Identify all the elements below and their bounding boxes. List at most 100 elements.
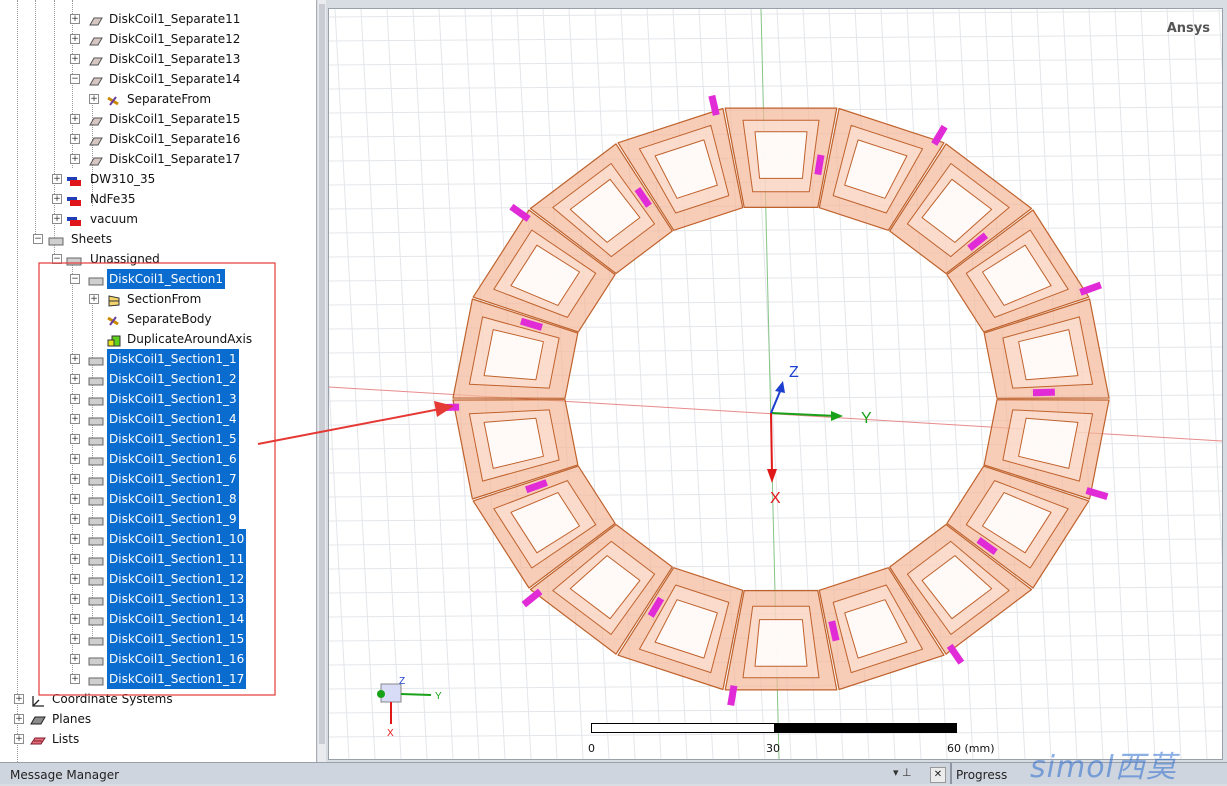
tree-item-label[interactable]: SeparateBody (125, 309, 214, 329)
expand-icon[interactable]: + (70, 574, 80, 584)
tree-item-label[interactable]: DiskCoil1_Section1_4 (107, 409, 239, 429)
expand-icon[interactable]: + (70, 634, 80, 644)
expand-icon[interactable]: + (70, 614, 80, 624)
tree-item-label[interactable]: SeparateFrom (125, 89, 213, 109)
tree-row[interactable]: − DiskCoil1_Separate14 (0, 69, 316, 89)
tree-row[interactable]: + vacuum (0, 209, 316, 229)
tree-item-label[interactable]: DiskCoil1_Section1_10 (107, 529, 247, 549)
expand-icon[interactable]: + (70, 34, 80, 44)
tree-item-label[interactable]: Sheets (69, 229, 114, 249)
expand-icon[interactable]: + (70, 114, 80, 124)
expand-icon[interactable]: + (70, 454, 80, 464)
tree-row[interactable]: + DiskCoil1_Separate13 (0, 49, 316, 69)
expand-icon[interactable]: + (70, 434, 80, 444)
tree-row[interactable]: + DiskCoil1_Section1_2 (0, 369, 316, 389)
expand-icon[interactable]: + (14, 734, 24, 744)
tree-item-label[interactable]: DuplicateAroundAxis (125, 329, 254, 349)
expand-icon[interactable]: + (70, 14, 80, 24)
tree-item-label[interactable]: DiskCoil1_Section1_8 (107, 489, 239, 509)
expand-icon[interactable]: + (70, 414, 80, 424)
expand-icon[interactable]: + (89, 294, 99, 304)
expand-icon[interactable]: + (52, 194, 62, 204)
expand-icon[interactable]: + (70, 394, 80, 404)
tree-row[interactable]: + DiskCoil1_Section1_16 (0, 649, 316, 669)
tree-item-label[interactable]: DiskCoil1_Section1_14 (107, 609, 247, 629)
tree-item-label[interactable]: DiskCoil1_Section1_5 (107, 429, 239, 449)
close-icon[interactable]: ✕ (930, 767, 946, 783)
tree-item-label[interactable]: DiskCoil1_Separate15 (107, 109, 242, 129)
tree-row[interactable]: + DiskCoil1_Section1_1 (0, 349, 316, 369)
tree-item-label[interactable]: DiskCoil1_Section1 (107, 269, 226, 289)
tree-row[interactable]: − Unassigned (0, 249, 316, 269)
expand-icon[interactable]: + (89, 94, 99, 104)
tree-item-label[interactable]: DiskCoil1_Section1_16 (107, 649, 247, 669)
tree-item-label[interactable]: DiskCoil1_Separate17 (107, 149, 242, 169)
tree-row[interactable]: + DiskCoil1_Section1_8 (0, 489, 316, 509)
tree-item-label[interactable]: DiskCoil1_Separate12 (107, 29, 242, 49)
tree-row[interactable]: + Lists (0, 729, 316, 749)
expand-icon[interactable]: + (70, 154, 80, 164)
tree-row[interactable]: + DiskCoil1_Section1_11 (0, 549, 316, 569)
tree-row[interactable]: + SeparateFrom (0, 89, 316, 109)
tree-item-label[interactable]: DiskCoil1_Separate11 (107, 9, 242, 29)
tree-item-label[interactable]: DiskCoil1_Section1_15 (107, 629, 247, 649)
tree-row[interactable]: SeparateBody (0, 309, 316, 329)
tree-item-label[interactable]: DiskCoil1_Section1_2 (107, 369, 239, 389)
tree-item-label[interactable]: DiskCoil1_Section1_7 (107, 469, 239, 489)
tree-row[interactable]: + Coordinate Systems (0, 689, 316, 709)
tree-row[interactable]: + DiskCoil1_Separate12 (0, 29, 316, 49)
tree-item-label[interactable]: DiskCoil1_Section1_1 (107, 349, 239, 369)
tree-row[interactable]: + SectionFrom (0, 289, 316, 309)
expand-icon[interactable]: + (70, 554, 80, 564)
tree-row[interactable]: + NdFe35 (0, 189, 316, 209)
tree-row[interactable]: + DiskCoil1_Section1_15 (0, 629, 316, 649)
expand-icon[interactable]: + (14, 694, 24, 704)
expand-icon[interactable]: + (70, 494, 80, 504)
expand-icon[interactable]: + (70, 54, 80, 64)
tree-item-label[interactable]: NdFe35 (88, 189, 138, 209)
tree-row[interactable]: + DW310_35 (0, 169, 316, 189)
tree-scrollbar-thumb[interactable] (319, 4, 325, 744)
modeler-3d-viewport[interactable]: Y X Z Y X Z Ansys 0 30 60 (mm) (328, 8, 1223, 760)
tree-item-label[interactable]: DiskCoil1_Section1_13 (107, 589, 247, 609)
tree-row[interactable]: + DiskCoil1_Separate11 (0, 9, 316, 29)
tree-item-label[interactable]: DiskCoil1_Separate14 (107, 69, 242, 89)
tree-item-label[interactable]: DiskCoil1_Section1_11 (107, 549, 247, 569)
collapse-icon[interactable]: − (70, 74, 80, 84)
tree-row[interactable]: + DiskCoil1_Section1_7 (0, 469, 316, 489)
tree-item-label[interactable]: vacuum (88, 209, 140, 229)
tree-row[interactable]: + DiskCoil1_Section1_17 (0, 669, 316, 689)
tree-row[interactable]: + DiskCoil1_Section1_6 (0, 449, 316, 469)
tree-row[interactable]: + DiskCoil1_Separate16 (0, 129, 316, 149)
expand-icon[interactable]: + (70, 474, 80, 484)
tree-row[interactable]: − DiskCoil1_Section1 (0, 269, 316, 289)
expand-icon[interactable]: + (70, 674, 80, 684)
expand-icon[interactable]: + (70, 374, 80, 384)
tree-scrollbar[interactable] (318, 0, 326, 762)
tree-item-label[interactable]: DiskCoil1_Separate16 (107, 129, 242, 149)
message-manager-title[interactable]: Message Manager (10, 768, 119, 782)
expand-icon[interactable]: + (70, 534, 80, 544)
expand-icon[interactable]: + (70, 594, 80, 604)
tree-row[interactable]: + DiskCoil1_Section1_13 (0, 589, 316, 609)
tree-item-label[interactable]: DiskCoil1_Section1_12 (107, 569, 247, 589)
expand-icon[interactable]: + (70, 354, 80, 364)
tree-item-label[interactable]: Unassigned (88, 249, 162, 269)
collapse-icon[interactable]: − (70, 274, 80, 284)
tree-row[interactable]: + DiskCoil1_Section1_4 (0, 409, 316, 429)
tree-item-label[interactable]: DiskCoil1_Section1_9 (107, 509, 239, 529)
tree-item-label[interactable]: DiskCoil1_Section1_6 (107, 449, 239, 469)
tree-row[interactable]: + DiskCoil1_Section1_14 (0, 609, 316, 629)
tree-row[interactable]: + Planes (0, 709, 316, 729)
expand-icon[interactable]: + (70, 514, 80, 524)
tree-row[interactable]: + DiskCoil1_Section1_5 (0, 429, 316, 449)
progress-title[interactable]: Progress (956, 768, 1007, 782)
tree-row[interactable]: − Sheets (0, 229, 316, 249)
expand-icon[interactable]: + (52, 174, 62, 184)
tree-item-label[interactable]: DiskCoil1_Section1_3 (107, 389, 239, 409)
tree-row[interactable]: + DiskCoil1_Separate15 (0, 109, 316, 129)
tree-item-label[interactable]: DiskCoil1_Separate13 (107, 49, 242, 69)
panel-pin-icon[interactable]: ▾ ⊥ (893, 766, 912, 779)
tree-item-label[interactable]: Planes (50, 709, 93, 729)
expand-icon[interactable]: + (70, 654, 80, 664)
